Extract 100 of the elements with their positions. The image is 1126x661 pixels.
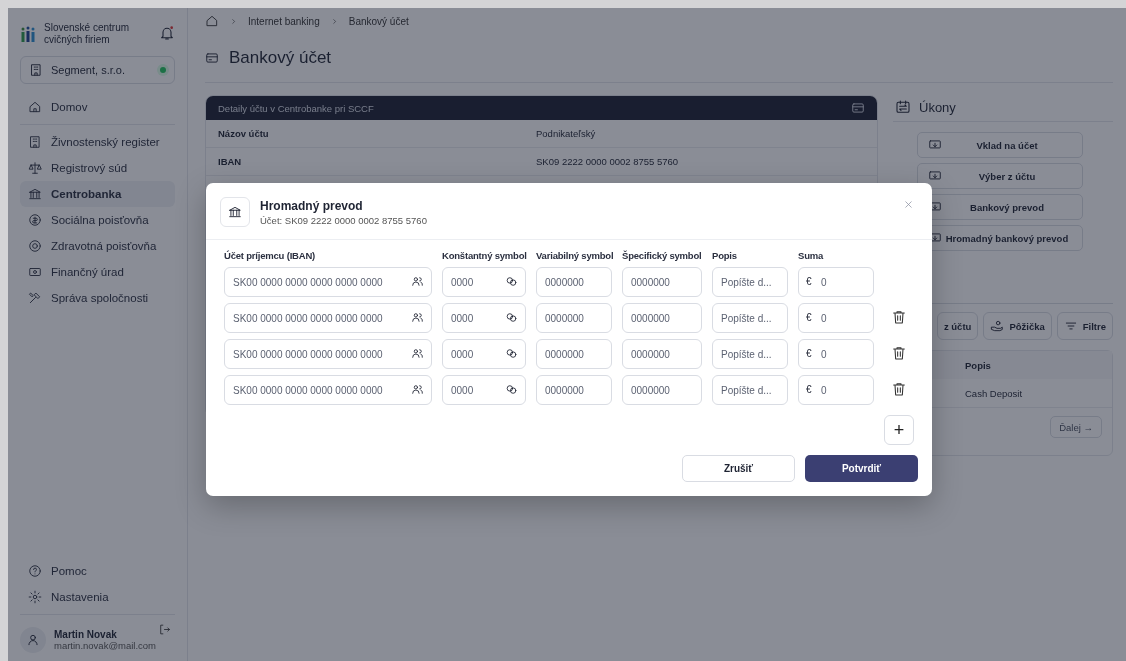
nav-item[interactable]: Živnostenský register: [20, 129, 175, 155]
card-icon: [851, 101, 865, 115]
tools-icon: [28, 291, 42, 305]
cash-icon: [28, 265, 42, 279]
column-label: Špecifický symbol: [622, 250, 702, 261]
bank-icon: [228, 205, 242, 219]
description-field[interactable]: Popíšte d...: [712, 303, 788, 333]
toolbar-button[interactable]: Pôžička: [983, 312, 1052, 340]
hand-coin-icon: [990, 319, 1005, 333]
bell-icon: [159, 25, 175, 41]
section-title: Úkony: [919, 99, 956, 115]
specific-symbol-field[interactable]: 0000000: [622, 267, 702, 297]
variable-symbol-field[interactable]: 0000000: [536, 303, 612, 333]
currency-symbol: €: [806, 276, 812, 287]
bank-icon: [28, 187, 42, 201]
trash-icon: [891, 344, 907, 361]
column-label: Účet príjemcu (IBAN): [224, 250, 316, 261]
dialog-subtitle: Účet: SK09 2222 0000 0002 8755 5760: [260, 214, 427, 226]
nav-item[interactable]: Finančný úrad: [20, 259, 175, 285]
nav-item[interactable]: Pomoc: [20, 558, 175, 584]
card-title: Detaily účtu v Centrobanke pri SCCF: [218, 102, 374, 114]
currency-symbol: €: [806, 348, 812, 359]
organization-name: Slovenské centrum cvičných firiem: [44, 22, 131, 46]
confirm-button[interactable]: Potvrdiť: [805, 455, 918, 482]
field-value: Podnikateľský: [536, 128, 596, 139]
variable-symbol-field[interactable]: 0000000: [536, 375, 612, 405]
column-label: Popis: [712, 250, 738, 261]
description-field[interactable]: Popíšte d...: [712, 339, 788, 369]
breadcrumb-link[interactable]: Bankový účet: [348, 15, 409, 27]
money-icon: [928, 169, 942, 183]
money-icon: [928, 138, 942, 152]
building-icon: [28, 135, 42, 149]
user-email: martin.novak@mail.com: [54, 640, 157, 651]
column-label: Suma: [798, 250, 825, 261]
scales-icon: [28, 161, 42, 175]
card-icon: [205, 51, 219, 65]
link-circles-icon: [505, 383, 518, 396]
iban-field[interactable]: SK00 0000 0000 0000 0000 0000: [224, 267, 432, 297]
specific-symbol-field[interactable]: 0000000: [622, 303, 702, 333]
nav-item[interactable]: Domov: [20, 94, 175, 120]
chevron-icon: [229, 16, 238, 26]
people-icon: [411, 311, 424, 324]
constant-symbol-field[interactable]: 0000: [442, 303, 526, 333]
people-icon: [411, 275, 424, 288]
specific-symbol-field[interactable]: 0000000: [622, 339, 702, 369]
field-value: SK09 2222 0000 0002 8755 5760: [536, 156, 679, 167]
link-circles-icon: [505, 347, 518, 360]
people-icon: [411, 347, 424, 360]
toolbar-button[interactable]: z účtu: [936, 312, 979, 340]
variable-symbol-field[interactable]: 0000000: [536, 339, 612, 369]
building-icon: [29, 63, 43, 77]
column-header: Popis: [965, 359, 991, 371]
constant-symbol-field[interactable]: 0000: [442, 267, 526, 297]
field-label: IBAN: [218, 156, 243, 167]
nav-item[interactable]: Sociálna poisťovňa: [20, 207, 175, 233]
action-button[interactable]: Vklad na účet: [917, 132, 1083, 158]
currency-symbol: €: [806, 312, 812, 323]
logo-icon: [20, 25, 36, 43]
iban-field[interactable]: SK00 0000 0000 0000 0000 0000: [224, 339, 432, 369]
action-button[interactable]: Výber z účtu: [917, 163, 1083, 189]
nav-item[interactable]: Registrový súd: [20, 155, 175, 181]
people-icon: [411, 383, 424, 396]
settings-icon: [28, 590, 42, 604]
close-icon: [903, 199, 914, 210]
currency-symbol: €: [806, 384, 812, 395]
next-button[interactable]: Ďalej →: [1050, 416, 1102, 438]
add-row-button[interactable]: +: [884, 415, 914, 445]
trash-icon: [891, 308, 907, 325]
field-label: Názov účtu: [218, 128, 270, 139]
toolbar-button[interactable]: Filtre: [1056, 312, 1113, 340]
user-name: Martin Novak: [54, 629, 118, 640]
transfer-icon: [895, 99, 911, 115]
link-circles-icon: [505, 311, 518, 324]
iban-field[interactable]: SK00 0000 0000 0000 0000 0000: [224, 375, 432, 405]
constant-symbol-field[interactable]: 0000: [442, 375, 526, 405]
nav-item[interactable]: Centrobanka: [20, 181, 175, 207]
home-icon: [28, 100, 42, 114]
description-field[interactable]: Popíšte d...: [712, 375, 788, 405]
column-label: Variabilný symbol: [536, 250, 612, 261]
variable-symbol-field[interactable]: 0000000: [536, 267, 612, 297]
home-icon: [205, 14, 219, 28]
specific-symbol-field[interactable]: 0000000: [622, 375, 702, 405]
logout-icon: [158, 623, 171, 636]
table-cell: Cash Deposit: [965, 387, 1023, 399]
dialog-title: Hromadný prevod: [260, 198, 364, 213]
company-selector[interactable]: Segment, s.r.o.: [20, 56, 175, 84]
filter-icon: [1063, 319, 1078, 333]
page-title: Bankový účet: [229, 48, 332, 68]
nav-item[interactable]: Správa spoločnosti: [20, 285, 175, 311]
breadcrumb-link[interactable]: Internet banking: [248, 15, 320, 27]
iban-field[interactable]: SK00 0000 0000 0000 0000 0000: [224, 303, 432, 333]
description-field[interactable]: Popíšte d...: [712, 267, 788, 297]
nav-item[interactable]: Zdravotná poisťovňa: [20, 233, 175, 259]
nav-item[interactable]: Nastavenia: [20, 584, 175, 610]
constant-symbol-field[interactable]: 0000: [442, 339, 526, 369]
cancel-button[interactable]: Zrušiť: [682, 455, 795, 482]
link-circles-icon: [505, 275, 518, 288]
help-icon: [28, 564, 42, 578]
user-icon: [26, 633, 40, 647]
trash-icon: [891, 380, 907, 397]
